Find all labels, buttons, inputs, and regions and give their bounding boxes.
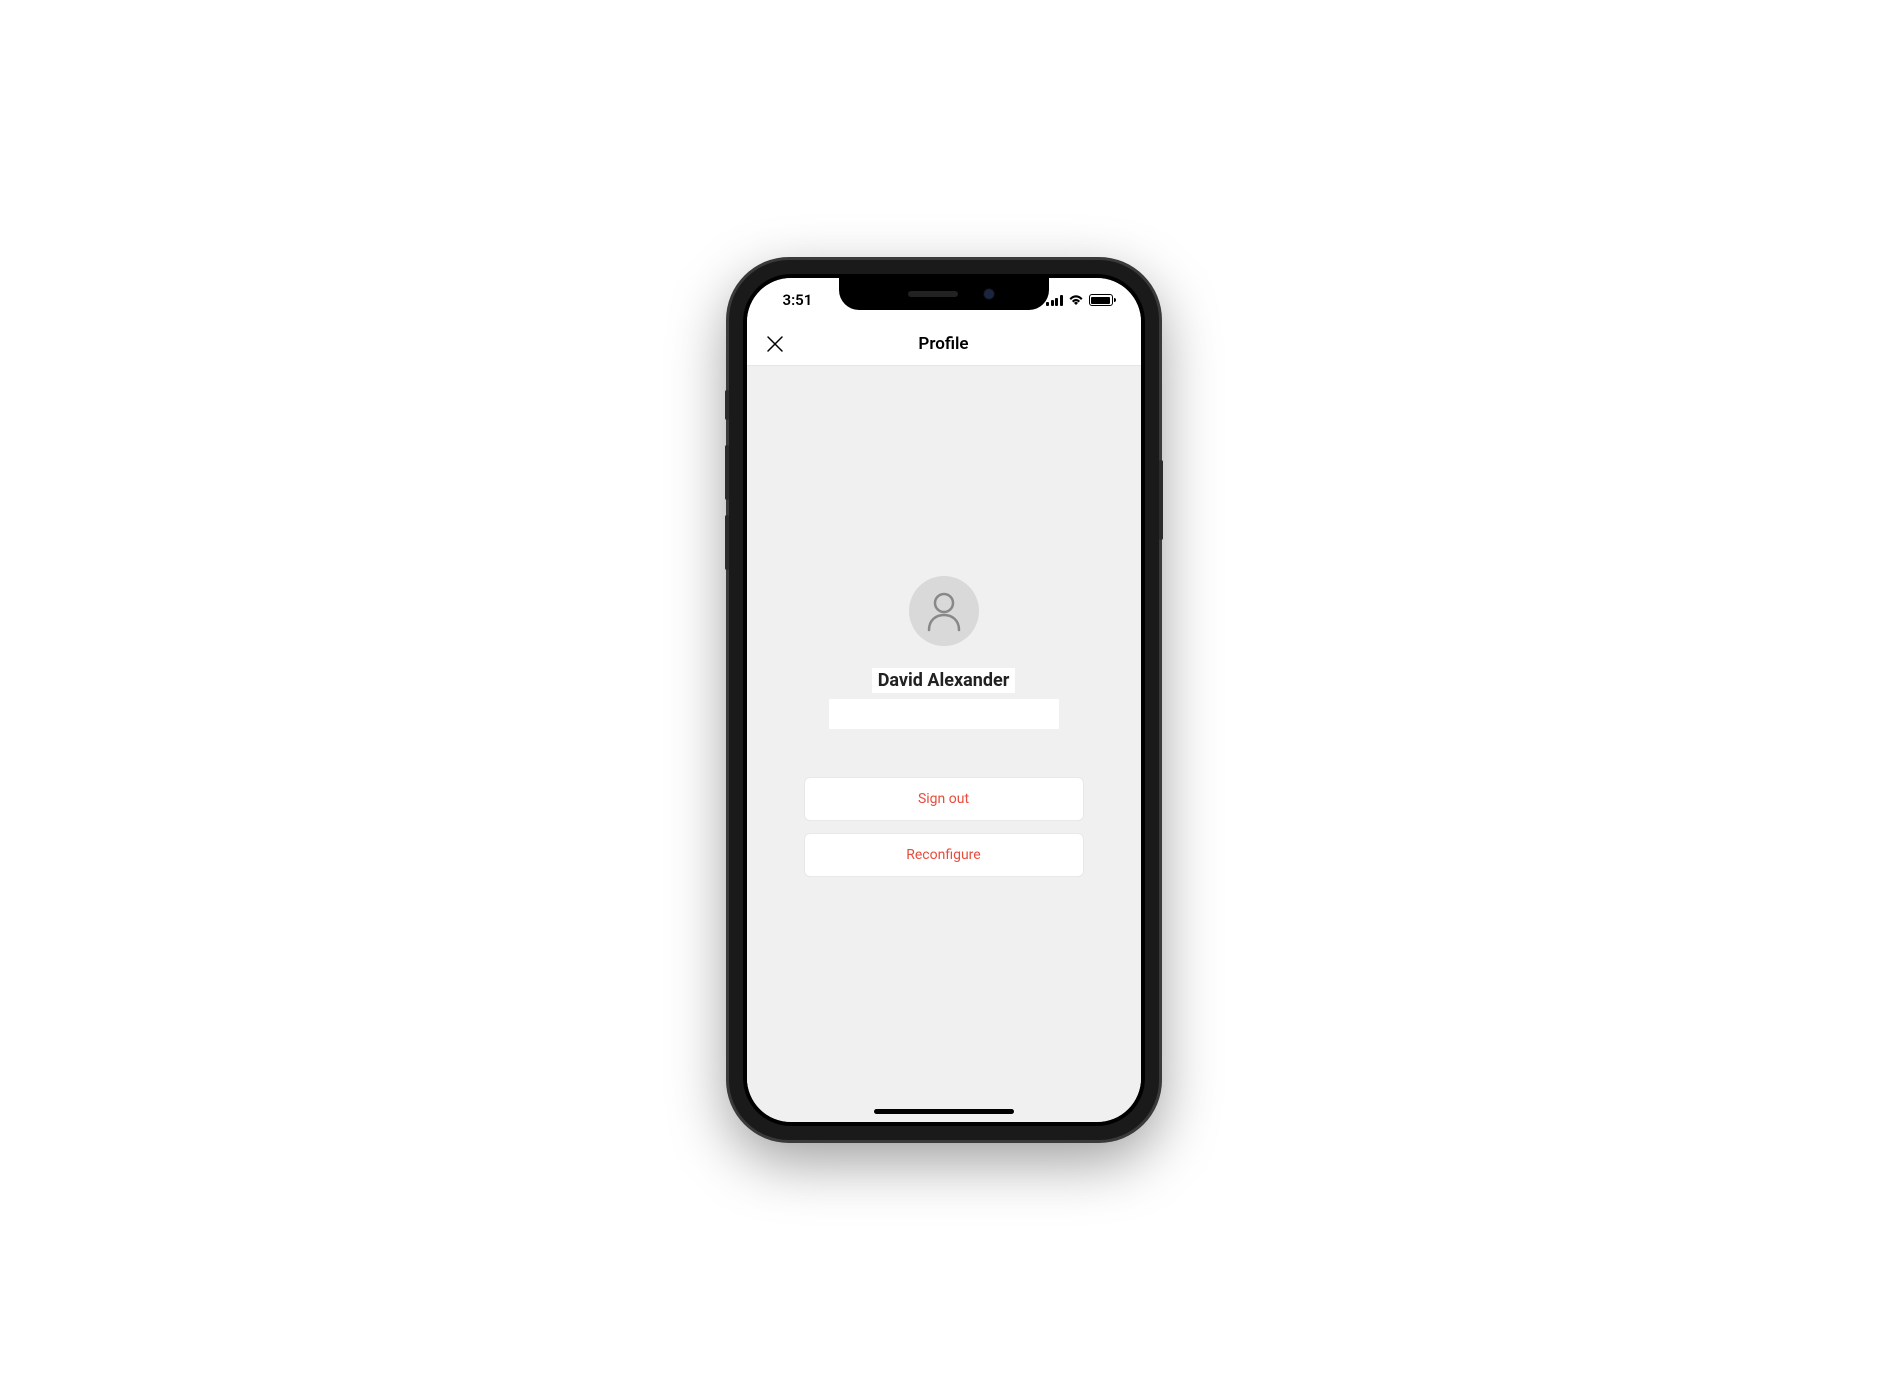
status-bar: 3:51 (747, 278, 1141, 322)
status-time: 3:51 (771, 291, 813, 309)
user-name: David Alexander (872, 668, 1016, 693)
battery-icon (1089, 294, 1113, 306)
screen: 3:51 (747, 278, 1141, 1122)
home-indicator[interactable] (874, 1109, 1014, 1114)
page-title: Profile (918, 334, 968, 354)
action-buttons: Sign out Reconfigure (804, 777, 1084, 877)
power-button (1159, 460, 1163, 540)
volume-down-button (725, 515, 729, 570)
volume-up-button (725, 445, 729, 500)
close-icon (766, 335, 784, 353)
person-icon (925, 590, 963, 632)
mute-switch (725, 390, 729, 420)
wifi-icon (1068, 294, 1084, 306)
content-area: David Alexander Sign out Reconfigure (747, 366, 1141, 1122)
phone-device-frame: 3:51 (729, 260, 1159, 1140)
cellular-signal-icon (1046, 295, 1063, 306)
phone-inner-bezel: 3:51 (743, 274, 1145, 1126)
avatar[interactable] (909, 576, 979, 646)
reconfigure-button[interactable]: Reconfigure (804, 833, 1084, 877)
user-detail-placeholder (829, 699, 1059, 729)
status-icons (1046, 294, 1117, 306)
sign-out-button[interactable]: Sign out (804, 777, 1084, 821)
navigation-bar: Profile (747, 322, 1141, 366)
close-button[interactable] (761, 330, 789, 358)
